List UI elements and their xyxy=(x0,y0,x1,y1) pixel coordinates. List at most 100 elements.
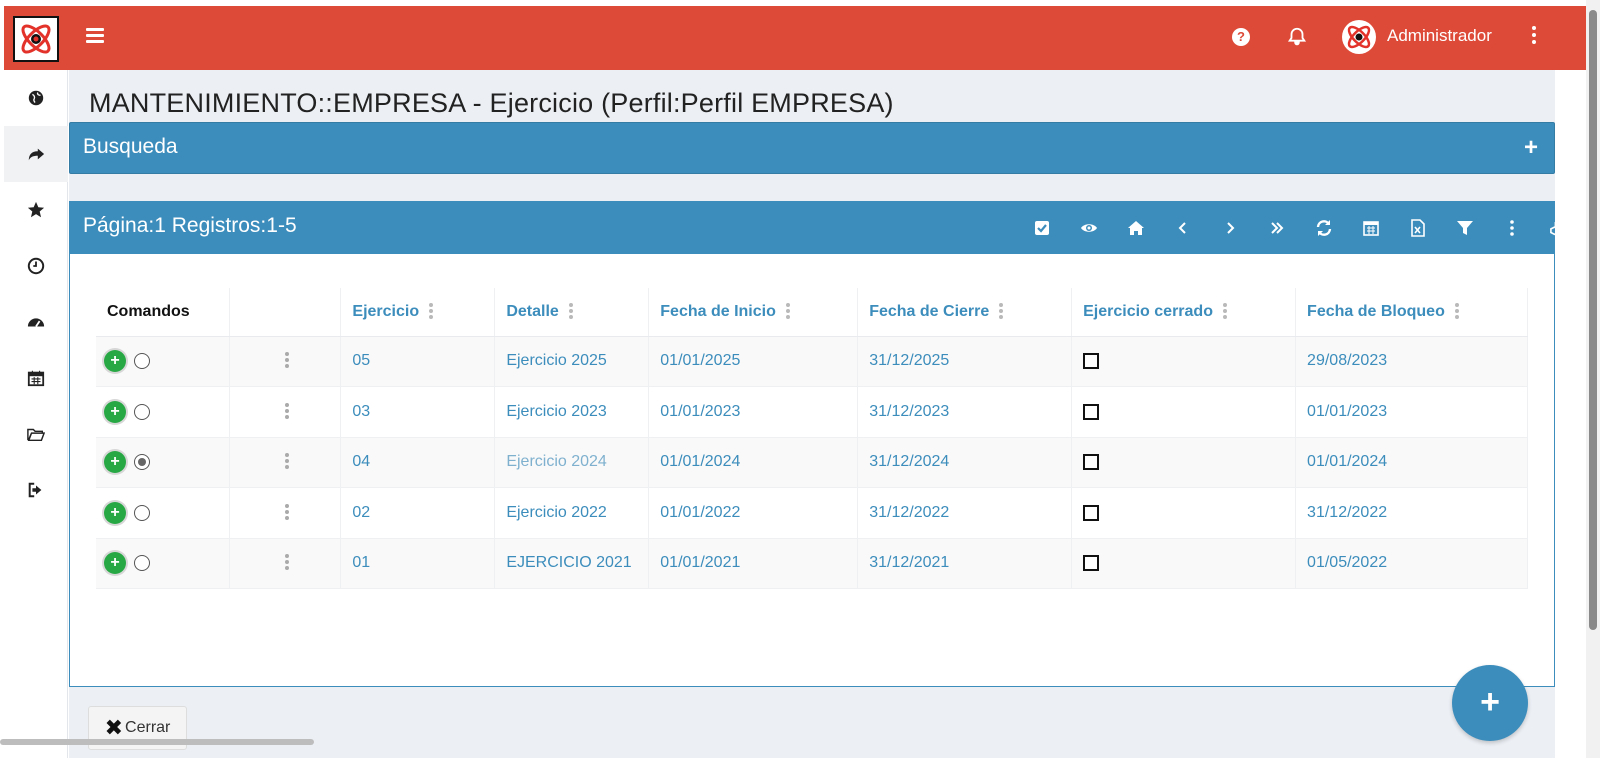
add-row-button[interactable]: + xyxy=(104,350,126,373)
ejercicio-cerrado-checkbox[interactable] xyxy=(1083,504,1100,521)
user-name[interactable]: Administrador xyxy=(1387,26,1492,46)
main-content: MANTENIMIENTO::EMPRESA - Ejercicio (Perf… xyxy=(69,70,1568,758)
table-row[interactable]: + 05 Ejercicio 2025 01/01/2025 31/12/202… xyxy=(96,336,1528,387)
cell-ejercicio[interactable]: 01 xyxy=(340,538,496,589)
row-select-radio[interactable] xyxy=(134,353,150,370)
cell-detalle[interactable]: Ejercicio 2022 xyxy=(494,487,650,539)
row-menu-icon[interactable] xyxy=(285,352,290,370)
row-menu-icon[interactable] xyxy=(285,503,290,522)
cell-detalle[interactable]: Ejercicio 2023 xyxy=(494,386,650,438)
cell-ejercicio[interactable]: 05 xyxy=(340,336,496,387)
ejercicio-cerrado-checkbox[interactable] xyxy=(1083,353,1100,370)
cell-fecha-cierre[interactable]: 31/12/2024 xyxy=(857,437,1073,488)
sidebar-item-files[interactable] xyxy=(4,406,68,462)
sidebar-item-share[interactable] xyxy=(4,126,68,182)
row-menu-icon[interactable] xyxy=(285,554,290,572)
eye-icon[interactable] xyxy=(1065,216,1112,240)
cell-fecha-bloqueo[interactable]: 01/01/2024 xyxy=(1295,437,1528,488)
close-icon: ✖ xyxy=(104,715,124,740)
header-fecha-cierre[interactable]: Fecha de Cierre xyxy=(857,288,1073,337)
sidebar-item-globe[interactable] xyxy=(4,70,68,126)
exercise-table: Comandos Ejercicio Detalle Fecha de Inic… xyxy=(96,288,1528,589)
cell-fecha-bloqueo[interactable]: 31/12/2022 xyxy=(1295,487,1528,539)
cell-detalle[interactable]: Ejercicio 2025 xyxy=(494,336,650,387)
add-row-button[interactable]: + xyxy=(104,552,126,575)
header-comandos: Comandos xyxy=(96,288,231,337)
vertical-ellipsis-icon[interactable] xyxy=(1488,216,1535,240)
row-select-radio[interactable] xyxy=(134,454,150,471)
row-select-radio[interactable] xyxy=(134,504,150,521)
filter-icon[interactable] xyxy=(1441,216,1488,240)
sidebar-item-dashboard[interactable] xyxy=(4,294,68,350)
refresh-icon[interactable] xyxy=(1300,216,1347,240)
folder-open-icon xyxy=(27,428,45,442)
sidebar-item-favorites[interactable] xyxy=(4,182,68,238)
cell-ejercicio[interactable]: 03 xyxy=(340,386,496,438)
ejercicio-cerrado-checkbox[interactable] xyxy=(1083,403,1100,420)
cell-fecha-inicio[interactable]: 01/01/2025 xyxy=(648,336,859,387)
cubes-icon[interactable] xyxy=(1535,216,1582,240)
header-fecha-inicio[interactable]: Fecha de Inicio xyxy=(648,288,859,337)
cell-ejercicio[interactable]: 04 xyxy=(340,437,496,488)
sidebar-item-calendar[interactable] xyxy=(4,350,68,406)
cell-fecha-inicio[interactable]: 01/01/2021 xyxy=(648,538,859,589)
page-title: MANTENIMIENTO::EMPRESA - Ejercicio (Perf… xyxy=(89,88,894,118)
add-record-fab-button[interactable]: + xyxy=(1452,665,1528,741)
bell-icon[interactable] xyxy=(1286,26,1308,48)
ejercicio-cerrado-checkbox[interactable] xyxy=(1083,454,1100,471)
vertical-scrollbar[interactable] xyxy=(1586,0,1600,758)
table-row[interactable]: + 03 Ejercicio 2023 01/01/2023 31/12/202… xyxy=(96,386,1528,438)
cell-fecha-inicio[interactable]: 01/01/2023 xyxy=(648,386,859,438)
row-select-radio[interactable] xyxy=(134,555,150,572)
cell-fecha-inicio[interactable]: 01/01/2022 xyxy=(648,487,859,539)
chevron-left-icon[interactable] xyxy=(1159,216,1206,240)
row-menu-icon[interactable] xyxy=(285,453,290,471)
avatar[interactable] xyxy=(1342,20,1376,54)
double-chevron-right-icon[interactable] xyxy=(1253,216,1300,240)
cell-fecha-inicio[interactable]: 01/01/2024 xyxy=(648,437,859,488)
horizontal-scrollbar[interactable] xyxy=(0,739,314,745)
vertical-ellipsis-icon[interactable] xyxy=(1530,26,1538,46)
cell-fecha-cierre[interactable]: 31/12/2025 xyxy=(857,336,1073,387)
menu-toggle-button[interactable] xyxy=(86,28,104,44)
row-menu-icon[interactable] xyxy=(285,402,290,421)
add-row-button[interactable]: + xyxy=(104,400,126,423)
question-circle-icon[interactable]: ? xyxy=(1232,28,1250,46)
home-icon[interactable] xyxy=(1112,216,1159,240)
check-square-icon[interactable] xyxy=(1018,216,1065,240)
header-fecha-bloqueo[interactable]: Fecha de Bloqueo xyxy=(1295,288,1528,337)
table-row-selected[interactable]: + 04 Ejercicio 2024 01/01/2024 31/12/202… xyxy=(96,437,1528,488)
search-panel[interactable]: Busqueda + xyxy=(69,122,1555,174)
scrollbar-thumb[interactable] xyxy=(1589,10,1597,630)
cell-fecha-bloqueo[interactable]: 01/05/2022 xyxy=(1295,538,1528,589)
add-row-button[interactable]: + xyxy=(104,501,126,524)
calendar-icon xyxy=(27,370,45,387)
cell-fecha-bloqueo[interactable]: 01/01/2023 xyxy=(1295,386,1528,438)
cell-ejercicio[interactable]: 02 xyxy=(340,487,496,539)
results-panel-header: Página:1 Registros:1-5 xyxy=(70,202,1568,254)
cell-fecha-cierre[interactable]: 31/12/2023 xyxy=(857,386,1073,438)
star-icon xyxy=(27,201,45,218)
app-logo[interactable] xyxy=(13,16,59,62)
excel-file-icon[interactable] xyxy=(1394,216,1441,240)
header-detalle[interactable]: Detalle xyxy=(494,288,650,337)
expand-search-button[interactable]: + xyxy=(1524,136,1538,160)
sidebar-item-history[interactable] xyxy=(4,238,68,294)
header-ejercicio-cerrado[interactable]: Ejercicio cerrado xyxy=(1071,288,1297,337)
cell-fecha-bloqueo[interactable]: 29/08/2023 xyxy=(1295,336,1528,387)
table-row[interactable]: + 01 EJERCICIO 2021 01/01/2021 31/12/202… xyxy=(96,538,1528,589)
calendar-icon[interactable] xyxy=(1347,216,1394,240)
header-ejercicio[interactable]: Ejercicio xyxy=(340,288,496,337)
row-select-radio[interactable] xyxy=(134,403,150,420)
ejercicio-cerrado-checkbox[interactable] xyxy=(1083,555,1100,572)
sidebar-item-logout[interactable] xyxy=(4,462,68,518)
cell-detalle[interactable]: EJERCICIO 2021 xyxy=(494,538,650,589)
cell-detalle[interactable]: Ejercicio 2024 xyxy=(494,437,650,488)
clock-icon xyxy=(27,257,45,275)
table-header-row: Comandos Ejercicio Detalle Fecha de Inic… xyxy=(96,288,1528,337)
chevron-right-icon[interactable] xyxy=(1206,216,1253,240)
cell-fecha-cierre[interactable]: 31/12/2022 xyxy=(857,487,1073,539)
table-row[interactable]: + 02 Ejercicio 2022 01/01/2022 31/12/202… xyxy=(96,487,1528,539)
add-row-button[interactable]: + xyxy=(104,451,126,474)
cell-fecha-cierre[interactable]: 31/12/2021 xyxy=(857,538,1073,589)
